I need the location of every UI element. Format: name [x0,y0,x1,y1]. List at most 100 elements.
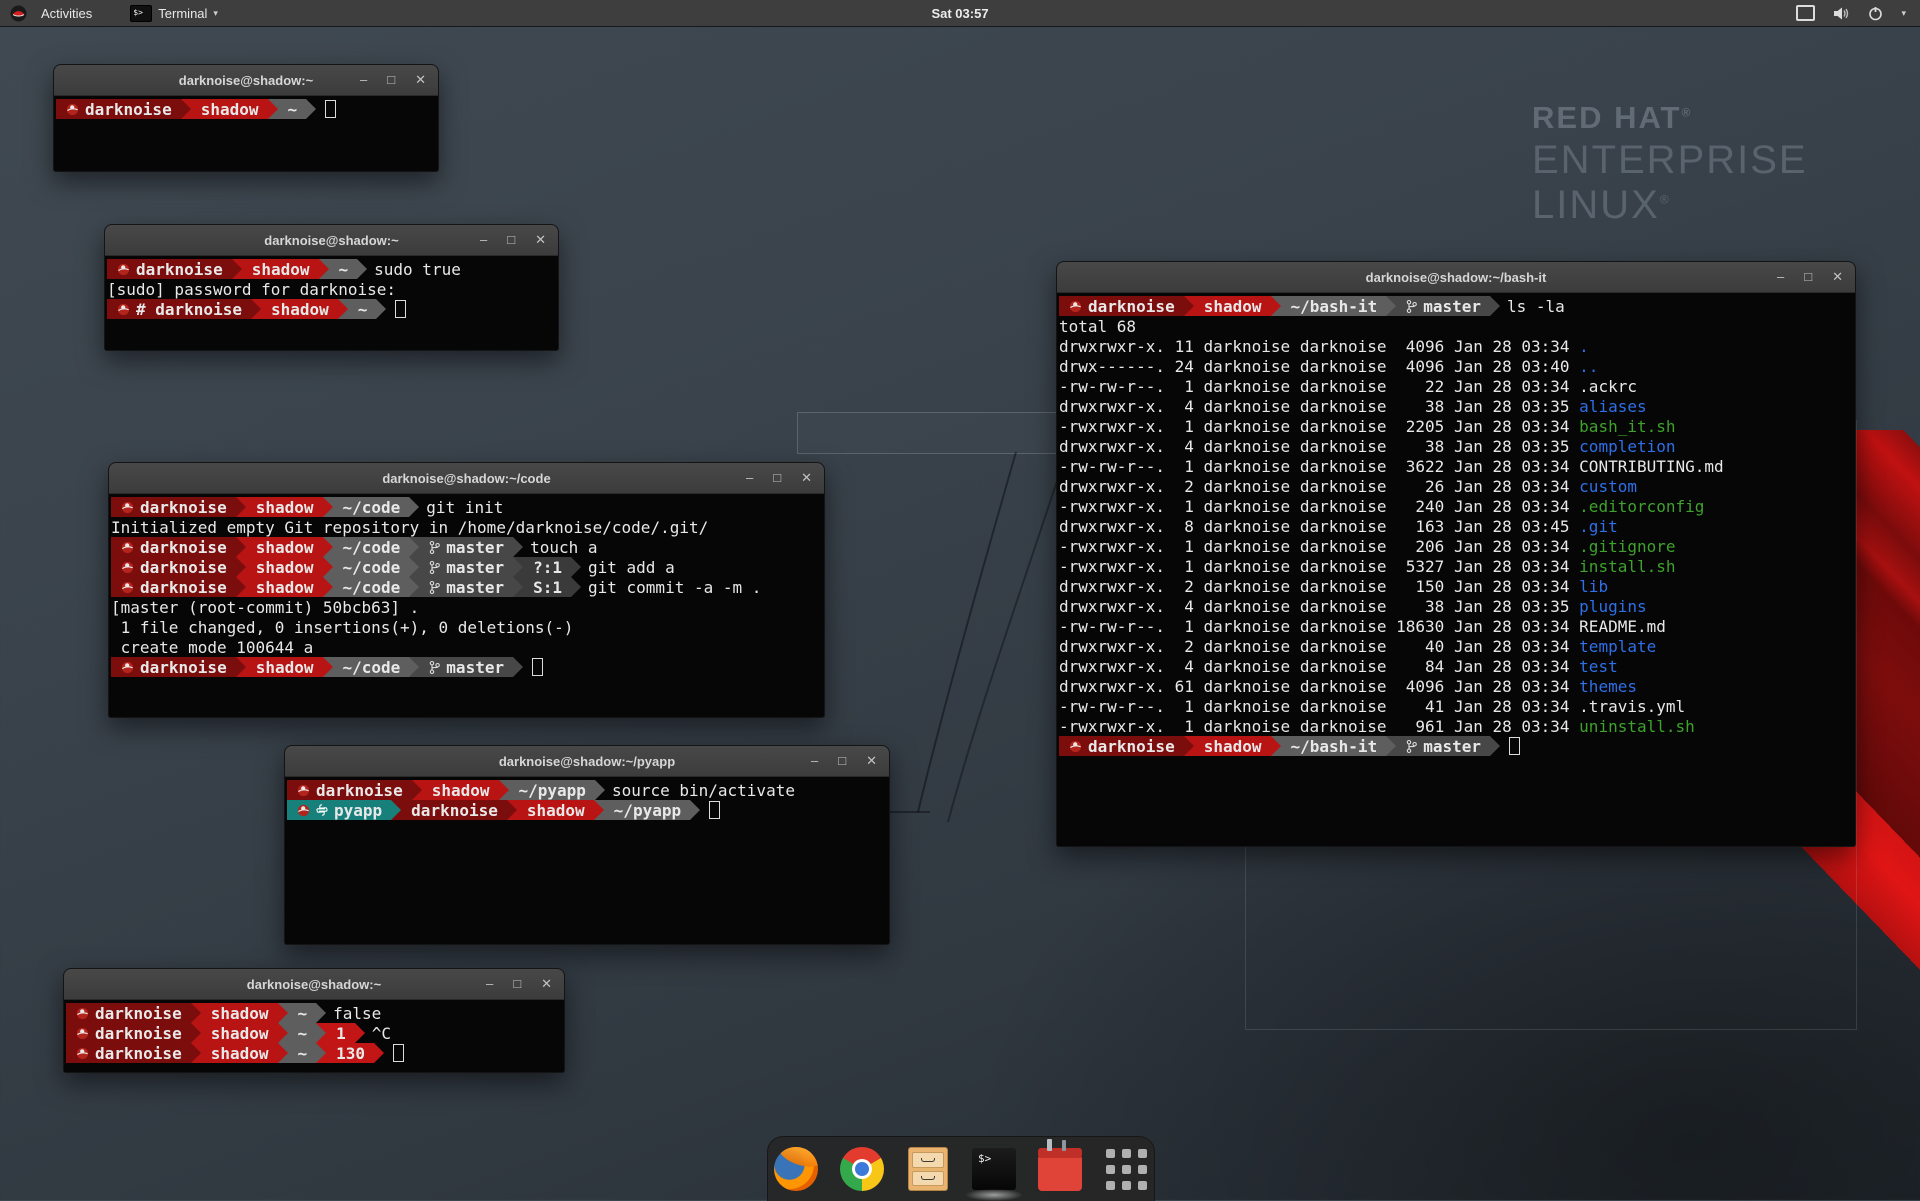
terminal-content[interactable]: darknoiseshadow~falsedarknoiseshadow~1^C… [64,1000,564,1072]
prompt-segment: shadow [201,1023,278,1043]
titlebar[interactable]: darknoise@shadow:~–□✕ [54,65,438,96]
toolbox-icon[interactable] [1037,1146,1083,1192]
close-button[interactable]: ✕ [1832,262,1843,292]
prompt-segment-label: darknoise [1088,737,1175,756]
redhat-icon [117,263,130,276]
file-meta: -rw-rw-r--. 1 darknoise darknoise 22 Jan… [1059,377,1579,396]
prompt-segment-label: 130 [336,1044,365,1063]
close-button[interactable]: ✕ [541,969,552,999]
git-branch-icon [429,540,440,555]
maximize-button[interactable]: □ [1804,262,1812,292]
powerline-arrow-icon [191,1043,201,1063]
terminal-line: darknoiseshadow~/codegit init [111,497,824,517]
titlebar[interactable]: darknoise@shadow:~/bash-it–□✕ [1057,262,1855,293]
prompt-segment-label: shadow [211,1004,269,1023]
brand-line1: RED HAT [1532,100,1681,135]
minimize-button[interactable]: – [746,463,753,493]
prompt-segment: master [1396,296,1490,316]
terminal-cursor [395,300,406,318]
chrome-icon[interactable] [839,1146,885,1192]
minimize-button[interactable]: – [480,225,487,255]
powerline-arrow-icon [376,299,386,319]
prompt-segment-label: ~/pyapp [614,801,681,820]
terminal-line: pyappdarknoiseshadow~/pyapp [287,800,889,820]
display-icon[interactable] [1796,5,1815,21]
powerline-arrow-icon [316,1003,326,1023]
prompt-segment-label: shadow [211,1044,269,1063]
close-button[interactable]: ✕ [535,225,546,255]
prompt-segment-label: ~ [298,1024,308,1043]
titlebar[interactable]: darknoise@shadow:~–□✕ [64,969,564,1000]
maximize-button[interactable]: □ [773,463,781,493]
minimize-button[interactable]: – [811,746,818,776]
prompt-segment-label: shadow [256,558,314,577]
maximize-button[interactable]: □ [513,969,521,999]
prompt-segment: darknoise [111,657,236,677]
brand-reg3: ® [1660,193,1671,207]
file-name: completion [1579,437,1675,456]
titlebar[interactable]: darknoise@shadow:~/pyapp–□ ✕ [285,746,889,777]
titlebar[interactable]: darknoise@shadow:~/code–□✕ [109,463,824,494]
titlebar[interactable]: darknoise@shadow:~–□✕ [105,225,558,256]
prompt-segment-label: master [446,578,504,597]
terminal-line: darknoiseshadow~/codemaster [111,657,824,677]
close-button[interactable]: ✕ [415,65,426,95]
powerline-arrow-icon [236,537,246,557]
terminal-line: darknoiseshadow~/bash-itmasterls -la [1059,296,1855,316]
prompt-segment: shadow [246,537,323,557]
terminal-content[interactable]: darknoiseshadow~ [54,96,438,171]
file-name: plugins [1579,597,1646,616]
close-button[interactable]: ✕ [801,463,812,493]
prompt-segment: shadow [242,259,319,279]
clock[interactable]: Sat 03:57 [0,6,1920,21]
minimize-button[interactable]: – [486,969,493,999]
terminal-content[interactable]: darknoiseshadow~/codegit initInitialized… [109,494,824,717]
output-text: total 68 [1059,317,1136,336]
command-text: sudo true [367,260,461,279]
prompt-segment: darknoise [1059,736,1184,756]
window-title: darknoise@shadow:~/pyapp [285,754,889,769]
files-icon[interactable] [905,1146,951,1192]
prompt-segment: darknoise [111,537,236,557]
redhat-icon [121,661,134,674]
minimize-button[interactable]: – [1777,262,1784,292]
minimize-button[interactable]: – [360,65,367,95]
terminal-content[interactable]: darknoiseshadow~/bash-itmasterls -latota… [1057,293,1855,846]
prompt-segment: master [419,537,513,557]
prompt-segment: ~/pyapp [509,780,595,800]
maximize-button[interactable]: □ [387,65,395,95]
volume-icon[interactable] [1833,6,1850,21]
maximize-button[interactable]: □ [838,746,846,776]
redhat-icon [1069,740,1082,753]
window-buttons: –□ ✕ [811,746,889,776]
file-meta: drwxrwxr-x. 8 darknoise darknoise 163 Ja… [1059,517,1579,536]
output-text: 1 file changed, 0 insertions(+), 0 delet… [111,618,573,637]
power-icon[interactable] [1868,6,1883,21]
terminal-icon[interactable]: $> [971,1146,1017,1192]
maximize-button[interactable]: □ [507,225,515,255]
prompt-segment-label: ~/bash-it [1291,737,1378,756]
terminal-content[interactable]: darknoiseshadow~sudo true[sudo] password… [105,256,558,350]
command-text: ^C [365,1024,391,1043]
terminal-content[interactable]: darknoiseshadow~/pyappsource bin/activat… [285,777,889,944]
powerline-arrow-icon [181,99,191,119]
close-button[interactable]: ✕ [866,746,877,776]
powerline-arrow-icon [1490,296,1500,316]
prompt-segment: master [419,577,513,597]
rhel-watermark: RED HAT® ENTERPRISE LINUX® [1532,100,1808,228]
app-grid-icon[interactable] [1103,1146,1149,1192]
chevron-down-icon[interactable]: ▾ [1901,8,1906,19]
prompt-segment-label: ~ [288,100,298,119]
prompt-segment-label: ?:1 [533,558,562,577]
terminal-line: # darknoiseshadow~ [107,299,558,319]
file-name: custom [1579,477,1637,496]
powerline-arrow-icon [278,1003,288,1023]
prompt-segment: shadow [246,557,323,577]
powerline-arrow-icon [1271,296,1281,316]
firefox-icon[interactable] [773,1146,819,1192]
brand-line3: LINUX [1532,183,1660,227]
redhat-icon [117,303,130,316]
file-name: install.sh [1579,557,1675,576]
window-buttons: –□ ✕ [746,463,824,493]
file-meta: drwxrwxr-x. 2 darknoise darknoise 40 Jan… [1059,637,1579,656]
